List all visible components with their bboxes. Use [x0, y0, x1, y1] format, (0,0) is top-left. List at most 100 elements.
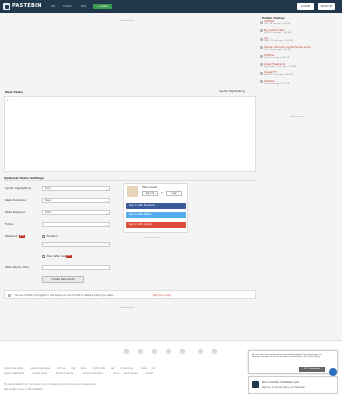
document-icon — [260, 63, 263, 66]
public-paste-item[interactable]: Untitled Lua | 8 min ago | 0.17 KB — [260, 80, 338, 88]
github-icon[interactable]: ◎ — [138, 349, 143, 354]
footer-link[interactable]: tools — [81, 367, 86, 370]
footer-link[interactable]: report abuse — [124, 372, 138, 375]
folder-label: Folder: — [5, 223, 14, 226]
new-paste-title: New Paste — [5, 90, 23, 94]
password-checkbox[interactable] — [42, 235, 45, 238]
document-icon — [260, 71, 263, 75]
document-icon — [260, 37, 263, 41]
burn-label: Burn after read — [47, 255, 67, 258]
footer-link[interactable]: scraping api — [120, 367, 133, 370]
create-paste-button[interactable]: Create New Paste — [42, 276, 84, 283]
or-text: or — [161, 192, 164, 194]
footer-link[interactable]: pro — [152, 367, 156, 370]
public-paste-item[interactable]: drawnTileable.ts TypeScript | 7 min ago |… — [260, 63, 338, 71]
divider — [4, 180, 256, 181]
public-paste-meta: Lua | 10 min ago | 2.69 KB — [264, 48, 291, 51]
guest-signup-button[interactable]: Sign Up — [142, 191, 158, 196]
document-icon — [260, 46, 263, 49]
public-paste-item[interactable]: Untitled Lua | 18 sec ago | 1.06 KB — [260, 20, 338, 28]
footer-site-line: Site design & logo © 2023 Pastebin — [4, 388, 44, 391]
nav-faq[interactable]: FAQ — [81, 4, 86, 9]
public-paste-item[interactable]: Image777 Python | 7 min ago | 1.44 KB — [260, 71, 338, 79]
public-paste-meta: Lua | 18 sec ago | 1.06 KB — [264, 23, 291, 26]
guest-advertisement: advertisement — [145, 237, 160, 239]
chevron-down-icon: ▾ — [106, 188, 108, 191]
paste-textarea[interactable]: 1 — [4, 96, 256, 172]
public-paste-meta: JSON | 1 min ago | 1.43 KB — [264, 31, 291, 34]
hello-guest: Hello Guest — [142, 186, 158, 189]
signup-button[interactable]: SIGN UP — [318, 3, 335, 10]
public-paste-item[interactable]: Untitled Lua | 7 min ago | 0.50 KB — [260, 54, 338, 62]
footer-link[interactable]: create new paste — [4, 367, 23, 370]
line-number: 1 — [7, 99, 9, 102]
folder-select[interactable]: ▾ — [42, 222, 110, 227]
twitter-signin-button[interactable]: Sign in with Twitter — [126, 212, 186, 218]
syntax-label: Syntax Highlighting: — [5, 187, 32, 190]
facebook-signin-button[interactable]: Sign in with Facebook — [126, 203, 186, 209]
public-paste-item[interactable]: My Custom Skin JSON | 1 min ago | 1.43 KB — [260, 29, 338, 37]
twitter-icon[interactable]: ◎ — [166, 349, 171, 354]
pastebin-app-icon[interactable]: ◎ — [124, 349, 129, 354]
footer-link[interactable]: news — [141, 367, 147, 370]
paste-name-input[interactable] — [42, 265, 110, 270]
footer-link[interactable]: syntax languages — [31, 367, 50, 370]
paste-name-label: Paste Name / Title: — [5, 266, 30, 269]
google-signin-button[interactable]: Sign in with Google — [126, 222, 186, 228]
pastebin-promo-icon — [252, 381, 259, 388]
footer-link[interactable]: night mode — [92, 367, 105, 370]
burn-new-badge: NEW — [66, 255, 72, 258]
pinterest-icon[interactable]: ◎ — [198, 349, 203, 354]
nav-tools[interactable]: TOOLS — [63, 4, 72, 9]
logo-text[interactable]: PASTEBIN — [12, 3, 42, 10]
exposure-select[interactable]: Public ▾ — [42, 210, 110, 215]
document-icon — [260, 54, 263, 58]
exposure-label: Paste Exposure: — [5, 211, 26, 214]
rss-icon[interactable]: ◎ — [180, 349, 185, 354]
footer-link[interactable]: dmca — [113, 372, 119, 375]
public-paste-item[interactable]: dcs YAML | 10 min ago | 2.95 KB — [260, 37, 338, 45]
nav-api[interactable]: API — [51, 4, 55, 9]
pastebin-logo-icon[interactable] — [3, 3, 10, 10]
chevron-down-icon: ▾ — [106, 212, 108, 215]
promo-line2[interactable]: Sign Up, it unlocks many cool features! — [262, 386, 305, 389]
cookie-ok-button[interactable]: OK, I Understand — [299, 367, 325, 372]
notice-link[interactable]: Sign Up or Login — [153, 294, 171, 297]
footer-link[interactable]: faq — [72, 367, 76, 370]
public-paste-item[interactable]: Ciprian Woronko modechange score Lua | 10… — [260, 46, 338, 54]
public-paste-meta: Python | 7 min ago | 1.44 KB — [264, 74, 293, 77]
syntax-highlighting-toggle[interactable]: Syntax Highlighting: — [219, 90, 245, 93]
footer-link[interactable]: cookies policy — [32, 372, 47, 375]
public-paste-meta: Lua | 8 min ago | 0.17 KB — [264, 82, 290, 85]
exposure-value: Public — [45, 211, 52, 214]
signup-promo: Not a member of Pastebin yet? Sign Up, i… — [248, 376, 338, 394]
syntax-select[interactable]: None ▾ — [42, 186, 110, 191]
password-input[interactable] — [42, 242, 110, 247]
footer-link[interactable]: archive — [57, 367, 65, 370]
reddit-icon[interactable]: ◎ — [212, 349, 217, 354]
footer-copyright: By using Pastebin.com you agree to our c… — [4, 383, 96, 386]
expiration-value: Never — [45, 199, 52, 202]
public-paste-meta: YAML | 10 min ago | 2.95 KB — [264, 40, 293, 43]
avatar — [127, 186, 138, 197]
top-advertisement: advertisement — [120, 20, 135, 22]
footer-link[interactable]: privacy statement — [4, 372, 24, 375]
cookie-popup: We use cookies for various purposes incl… — [248, 350, 338, 376]
login-button[interactable]: LOGIN — [297, 3, 314, 10]
cookie-text: We use cookies for various purposes incl… — [252, 354, 322, 359]
expiration-select[interactable]: Never ▾ — [42, 198, 110, 203]
guest-login-button[interactable]: Login — [166, 191, 182, 196]
public-paste-meta: TypeScript | 7 min ago | 1.33 KB — [264, 65, 297, 68]
chat-bubble-icon[interactable] — [329, 368, 337, 376]
document-icon — [260, 80, 263, 83]
footer-link[interactable]: security disclosure — [82, 372, 102, 375]
document-icon — [260, 29, 263, 32]
bottom-advertisement: advertisement — [120, 307, 135, 309]
not-logged-notice: You are currently not logged in, this me… — [4, 290, 256, 299]
footer-link[interactable]: contact — [145, 372, 153, 375]
footer-link[interactable]: terms of service — [56, 372, 74, 375]
new-paste-button[interactable]: + paste — [93, 3, 112, 9]
burn-checkbox[interactable] — [42, 255, 45, 258]
footer-link[interactable]: api — [111, 367, 114, 370]
facebook-icon[interactable]: ◎ — [152, 349, 157, 354]
